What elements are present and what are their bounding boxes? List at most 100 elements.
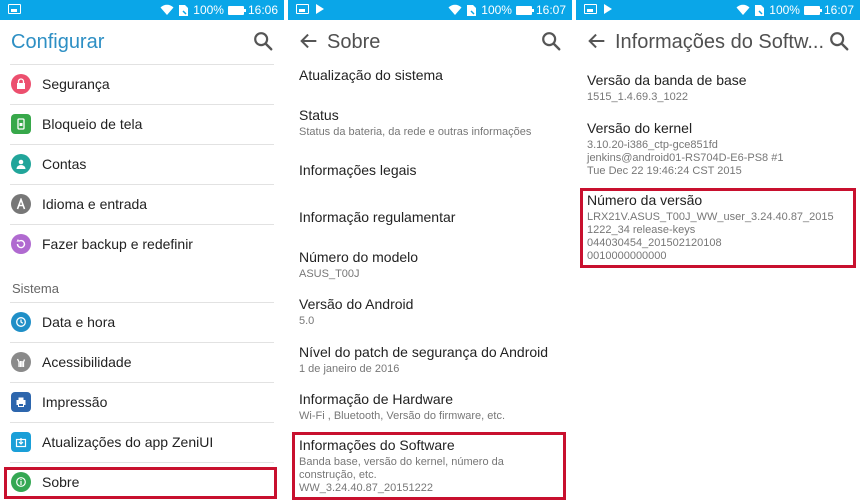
back-arrow-icon[interactable] bbox=[586, 30, 608, 52]
printer-icon bbox=[11, 392, 31, 412]
about-item-security-patch[interactable]: Nível do patch de segurança do Android 1… bbox=[299, 343, 566, 376]
about-screen: 100% 16:07 Sobre Atualização do sistema … bbox=[288, 0, 572, 503]
about-item-software[interactable]: Informações do Software Banda base, vers… bbox=[299, 436, 566, 495]
about-item-summary: ASUS_T00J bbox=[299, 268, 360, 280]
about-item-title: Informações do Software bbox=[299, 437, 455, 453]
about-item-summary: Status da bateria, da rede e outras info… bbox=[299, 126, 532, 138]
settings-item-label: Segurança bbox=[42, 76, 110, 92]
about-item-title: Informações legais bbox=[299, 162, 417, 178]
clock: 16:07 bbox=[535, 3, 566, 17]
settings-item-bloqueio[interactable]: Bloqueio de tela bbox=[0, 104, 284, 144]
battery-icon bbox=[803, 5, 822, 15]
section-header-sistema: Sistema bbox=[12, 281, 59, 296]
software-item-baseband[interactable]: Versão da banda de base 1515_1.4.69.3_10… bbox=[587, 71, 854, 104]
settings-item-contas[interactable]: Contas bbox=[0, 144, 284, 184]
battery-percent: 100% bbox=[481, 3, 512, 17]
battery-icon bbox=[515, 5, 534, 15]
settings-item-zenui[interactable]: Atualizações do app ZenіUI bbox=[0, 422, 284, 462]
language-icon bbox=[11, 194, 31, 214]
software-item-title: Número da versão bbox=[587, 192, 703, 208]
info-icon bbox=[11, 472, 31, 492]
back-arrow-icon[interactable] bbox=[298, 30, 320, 52]
about-item-legal[interactable]: Informações legais bbox=[299, 161, 566, 179]
about-item-system-update[interactable]: Atualização do sistema bbox=[299, 66, 566, 84]
image-notification-icon bbox=[296, 4, 309, 14]
battery-percent: 100% bbox=[193, 3, 224, 17]
sim-icon bbox=[467, 4, 477, 16]
play-store-icon bbox=[316, 4, 324, 14]
settings-item-label: Contas bbox=[42, 156, 87, 172]
lock-icon bbox=[11, 74, 31, 94]
settings-item-data-hora[interactable]: Data e hora bbox=[0, 302, 284, 342]
search-icon[interactable] bbox=[540, 30, 562, 52]
about-item-title: Informação regulamentar bbox=[299, 209, 456, 225]
software-item-value: Tue Dec 22 19:46:24 CST 2015 bbox=[587, 165, 742, 177]
software-item-value: LRX21V.ASUS_T00J_WW_user_3.24.40.87_2015 bbox=[587, 211, 834, 223]
about-item-status[interactable]: Status Status da bateria, da rede e outr… bbox=[299, 106, 566, 139]
about-item-title: Número do modelo bbox=[299, 249, 419, 265]
about-item-regulatory[interactable]: Informação regulamentar bbox=[299, 208, 566, 226]
clock-icon bbox=[11, 312, 31, 332]
settings-item-label: Data e hora bbox=[42, 314, 116, 330]
backup-icon bbox=[11, 234, 31, 254]
software-item-title: Versão da banda de base bbox=[587, 72, 747, 88]
settings-item-label: Impressão bbox=[42, 394, 108, 410]
settings-item-backup[interactable]: Fazer backup e redefinir bbox=[0, 224, 284, 264]
about-item-summary: 1 de janeiro de 2016 bbox=[299, 363, 400, 375]
about-item-summary: Banda base, versão do kernel, número da … bbox=[299, 456, 504, 481]
battery-icon bbox=[227, 5, 246, 15]
software-info-screen: 100% 16:07 Informações do Softw... Versã… bbox=[576, 0, 860, 503]
status-bar: 100% 16:07 bbox=[288, 0, 572, 20]
clock: 16:06 bbox=[247, 3, 278, 17]
settings-screen: 100% 16:06 Configurar Segurança Bloqueio… bbox=[0, 0, 284, 503]
status-bar: 100% 16:07 bbox=[576, 0, 860, 20]
search-icon[interactable] bbox=[828, 30, 850, 52]
software-item-title: Versão do kernel bbox=[587, 120, 693, 136]
about-item-android-version[interactable]: Versão do Android 5.0 bbox=[299, 295, 566, 328]
settings-item-idioma[interactable]: Idioma e entrada bbox=[0, 184, 284, 224]
settings-item-label: Fazer backup e redefinir bbox=[42, 236, 193, 252]
page-title: Configurar bbox=[11, 31, 105, 53]
settings-item-seguranca[interactable]: Segurança bbox=[0, 64, 284, 104]
lock-screen-icon bbox=[11, 114, 31, 134]
settings-item-impressao[interactable]: Impressão bbox=[0, 382, 284, 422]
settings-item-acessibilidade[interactable]: Acessibilidade bbox=[0, 342, 284, 382]
about-item-title: Status bbox=[299, 107, 339, 123]
about-item-model[interactable]: Número do modelo ASUS_T00J bbox=[299, 248, 566, 281]
software-item-kernel[interactable]: Versão do kernel 3.10.20-i386_ctp-gce851… bbox=[587, 119, 854, 178]
wifi-icon bbox=[448, 4, 462, 15]
software-item-value: 3.10.20-i386_ctp-gce851fd bbox=[587, 139, 718, 151]
settings-item-label: Acessibilidade bbox=[42, 354, 132, 370]
settings-item-label: Idioma e entrada bbox=[42, 196, 148, 212]
sim-icon bbox=[755, 4, 765, 16]
settings-item-label: Bloqueio de tela bbox=[42, 116, 143, 132]
about-item-title: Informação de Hardware bbox=[299, 391, 454, 407]
wifi-icon bbox=[160, 4, 174, 15]
wifi-icon bbox=[736, 4, 750, 15]
software-item-value: 044030454_201502120108 bbox=[587, 237, 722, 249]
battery-percent: 100% bbox=[769, 3, 800, 17]
software-item-value: 1515_1.4.69.3_1022 bbox=[587, 91, 688, 103]
about-item-hardware[interactable]: Informação de Hardware Wi-Fi , Bluetooth… bbox=[299, 390, 566, 423]
app-bar: Sobre bbox=[288, 20, 572, 64]
page-title: Informações do Softw... bbox=[615, 31, 824, 53]
about-item-title: Atualização do sistema bbox=[299, 67, 443, 83]
software-item-build-number[interactable]: Número da versão LRX21V.ASUS_T00J_WW_use… bbox=[587, 191, 854, 263]
settings-item-label: Atualizações do app ZenіUI bbox=[42, 434, 214, 450]
about-item-summary: 5.0 bbox=[299, 315, 315, 327]
settings-item-label: Sobre bbox=[42, 474, 80, 490]
account-icon bbox=[11, 154, 31, 174]
image-notification-icon bbox=[584, 4, 597, 14]
about-item-title: Versão do Android bbox=[299, 296, 414, 312]
image-notification-icon bbox=[8, 4, 21, 14]
update-icon bbox=[11, 432, 31, 452]
settings-item-sobre[interactable]: Sobre bbox=[0, 462, 284, 502]
software-item-value: 1222_34 release-keys bbox=[587, 224, 696, 236]
status-bar: 100% 16:06 bbox=[0, 0, 284, 20]
play-store-icon bbox=[604, 4, 612, 14]
search-icon[interactable] bbox=[252, 30, 274, 52]
app-bar: Informações do Softw... bbox=[576, 20, 860, 64]
about-item-title: Nível do patch de segurança do Android bbox=[299, 344, 549, 360]
page-title: Sobre bbox=[327, 31, 381, 53]
clock: 16:07 bbox=[823, 3, 854, 17]
